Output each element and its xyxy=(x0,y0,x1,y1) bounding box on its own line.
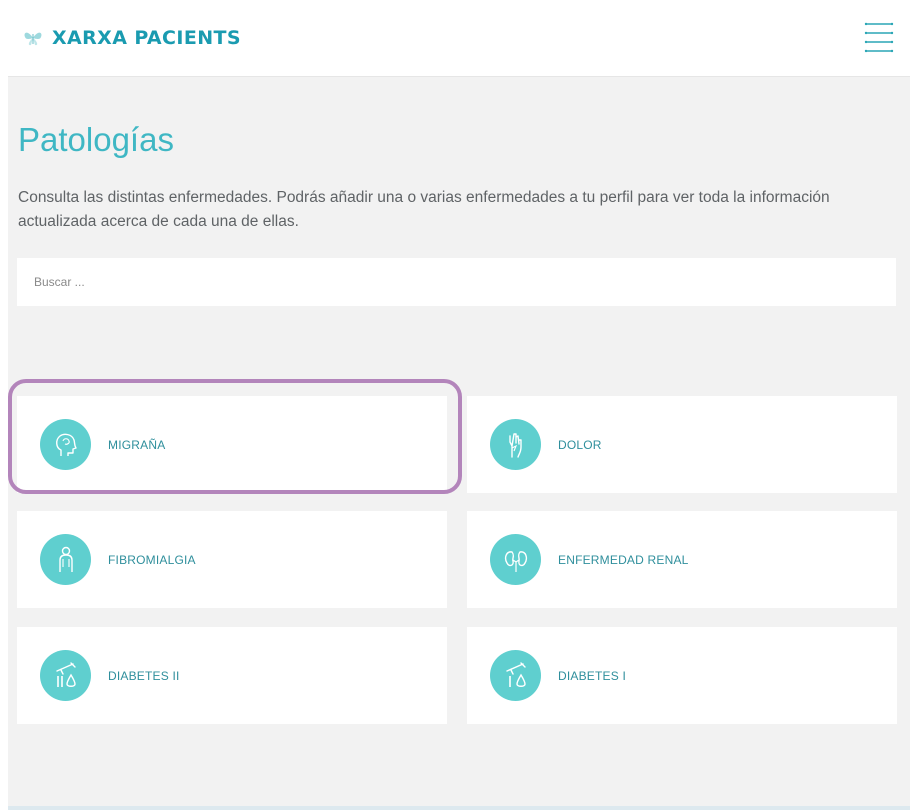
body-icon xyxy=(40,534,91,585)
hand-icon xyxy=(490,419,541,470)
top-bar: XARXA PACIENTS xyxy=(8,0,910,77)
pathology-card-diabetes-ii[interactable]: DIABETES II xyxy=(17,627,447,724)
pathology-label: FIBROMIALGIA xyxy=(108,552,196,567)
page-description: Consulta las distintas enfermedades. Pod… xyxy=(18,189,830,230)
bottom-divider xyxy=(8,806,910,810)
syringe-drop-icon xyxy=(490,650,541,701)
page-title: Patologías xyxy=(18,121,174,158)
pathology-label: DIABETES II xyxy=(108,668,180,683)
pathology-label: DOLOR xyxy=(558,437,602,452)
head-icon xyxy=(40,419,91,470)
search-input[interactable] xyxy=(17,258,896,306)
pathology-card-diabetes-i[interactable]: DIABETES I xyxy=(467,627,897,724)
hamburger-menu-icon xyxy=(864,22,894,53)
kidney-icon xyxy=(490,534,541,585)
butterfly-icon xyxy=(24,32,42,46)
main-content: Patologías Consulta las distintas enferm… xyxy=(8,77,910,810)
pathology-card-enfermedad-renal[interactable]: ENFERMEDAD RENAL xyxy=(467,511,897,608)
menu-button[interactable] xyxy=(864,20,894,54)
pathology-card-migrana[interactable]: MIGRAÑA xyxy=(17,396,447,493)
pathology-label: ENFERMEDAD RENAL xyxy=(558,552,689,567)
pathology-card-fibromialgia[interactable]: FIBROMIALGIA xyxy=(17,511,447,608)
brand-name: XARXA PACIENTS xyxy=(52,27,241,49)
pathology-card-dolor[interactable]: DOLOR xyxy=(467,396,897,493)
brand-logo[interactable]: XARXA PACIENTS xyxy=(22,24,241,52)
syringe-drop-icon xyxy=(40,650,91,701)
pathology-label: MIGRAÑA xyxy=(108,437,166,452)
pathology-label: DIABETES I xyxy=(558,668,627,683)
